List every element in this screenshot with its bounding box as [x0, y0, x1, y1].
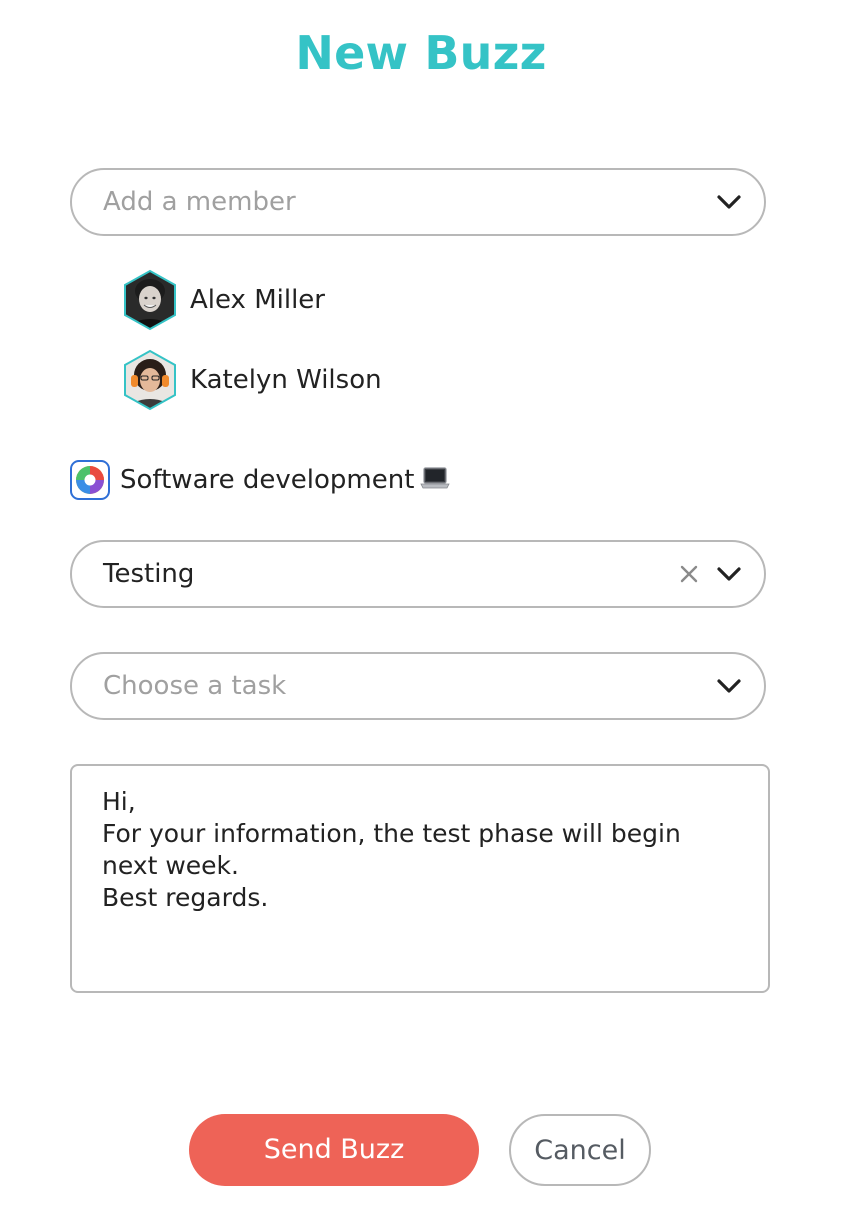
- send-buzz-button[interactable]: Send Buzz: [189, 1114, 479, 1186]
- project-name: Software development: [120, 465, 415, 495]
- message-textarea[interactable]: Hi, For your information, the test phase…: [70, 764, 770, 993]
- cancel-button[interactable]: Cancel: [509, 1114, 651, 1186]
- chevron-down-icon: [717, 567, 741, 581]
- phase-select[interactable]: Testing: [70, 540, 766, 608]
- task-select-placeholder: Choose a task: [103, 671, 287, 701]
- member-name: Alex Miller: [190, 285, 325, 315]
- avatar-alex-miller-icon: [124, 269, 176, 331]
- laptop-icon: [420, 466, 451, 488]
- chevron-down-icon: [717, 679, 741, 693]
- page-title: New Buzz: [295, 26, 547, 80]
- add-member-select[interactable]: Add a member: [70, 168, 766, 236]
- project-name-row: Software development: [120, 458, 451, 502]
- member-name: Katelyn Wilson: [190, 365, 382, 395]
- task-select[interactable]: Choose a task: [70, 652, 766, 720]
- clear-icon[interactable]: [678, 563, 700, 585]
- color-wheel-icon: [70, 460, 110, 500]
- avatar-katelyn-wilson-icon: [124, 349, 176, 411]
- chevron-down-icon: [717, 195, 741, 209]
- phase-select-value: Testing: [103, 559, 195, 589]
- new-buzz-form: New Buzz Add a member Alex Miller Kately…: [0, 0, 842, 1216]
- add-member-placeholder: Add a member: [103, 187, 296, 217]
